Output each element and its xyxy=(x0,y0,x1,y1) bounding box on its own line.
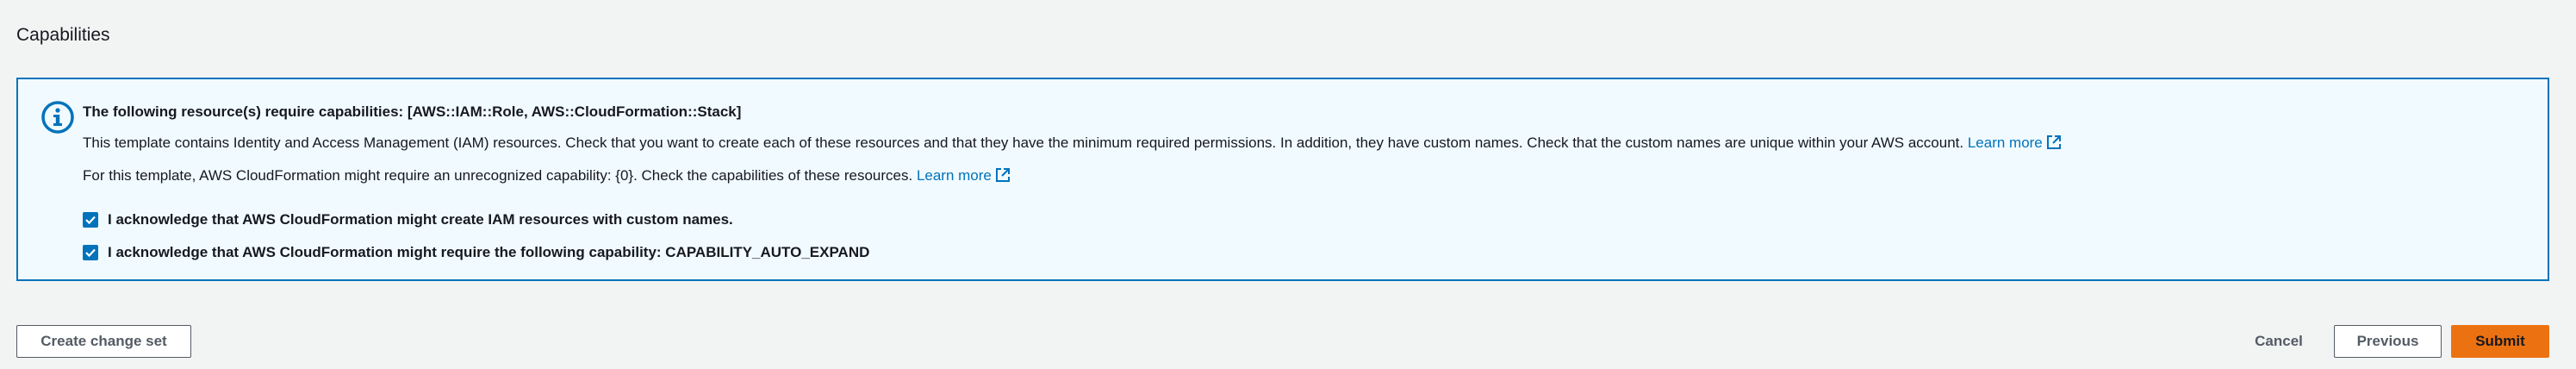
checkmark-icon xyxy=(85,248,96,258)
learn-more-link-iam[interactable]: Learn more xyxy=(1968,134,2062,151)
alert-heading: The following resource(s) require capabi… xyxy=(83,103,742,120)
learn-more-link-capabilities[interactable]: Learn more xyxy=(917,167,1011,184)
acknowledge-auto-expand-checkbox[interactable] xyxy=(83,245,98,260)
iam-resources-description: This template contains Identity and Acce… xyxy=(83,133,2062,153)
external-link-icon xyxy=(995,167,1011,183)
acknowledge-iam-label: I acknowledge that AWS CloudFormation mi… xyxy=(108,211,733,228)
submit-button[interactable]: Submit xyxy=(2451,325,2549,358)
acknowledge-auto-expand-checkbox-row[interactable]: I acknowledge that AWS CloudFormation mi… xyxy=(83,242,869,263)
cancel-button[interactable]: Cancel xyxy=(2249,325,2309,358)
external-link-icon xyxy=(2046,134,2062,150)
iam-resources-text: This template contains Identity and Acce… xyxy=(83,134,1964,151)
unrecognized-capability-description: For this template, AWS CloudFormation mi… xyxy=(83,166,1011,186)
previous-button[interactable]: Previous xyxy=(2334,325,2442,358)
capabilities-info-alert: The following resource(s) require capabi… xyxy=(16,78,2549,281)
checkmark-icon xyxy=(85,216,96,225)
learn-more-label: Learn more xyxy=(916,167,992,184)
unrecognized-capability-text: For this template, AWS CloudFormation mi… xyxy=(83,167,913,184)
create-change-set-button[interactable]: Create change set xyxy=(16,325,191,358)
learn-more-label: Learn more xyxy=(1967,134,2043,151)
acknowledge-iam-checkbox-row[interactable]: I acknowledge that AWS CloudFormation mi… xyxy=(83,210,733,230)
section-title: Capabilities xyxy=(16,25,110,45)
info-icon xyxy=(40,100,75,134)
acknowledge-auto-expand-label: I acknowledge that AWS CloudFormation mi… xyxy=(108,244,870,260)
acknowledge-iam-checkbox[interactable] xyxy=(83,212,98,228)
